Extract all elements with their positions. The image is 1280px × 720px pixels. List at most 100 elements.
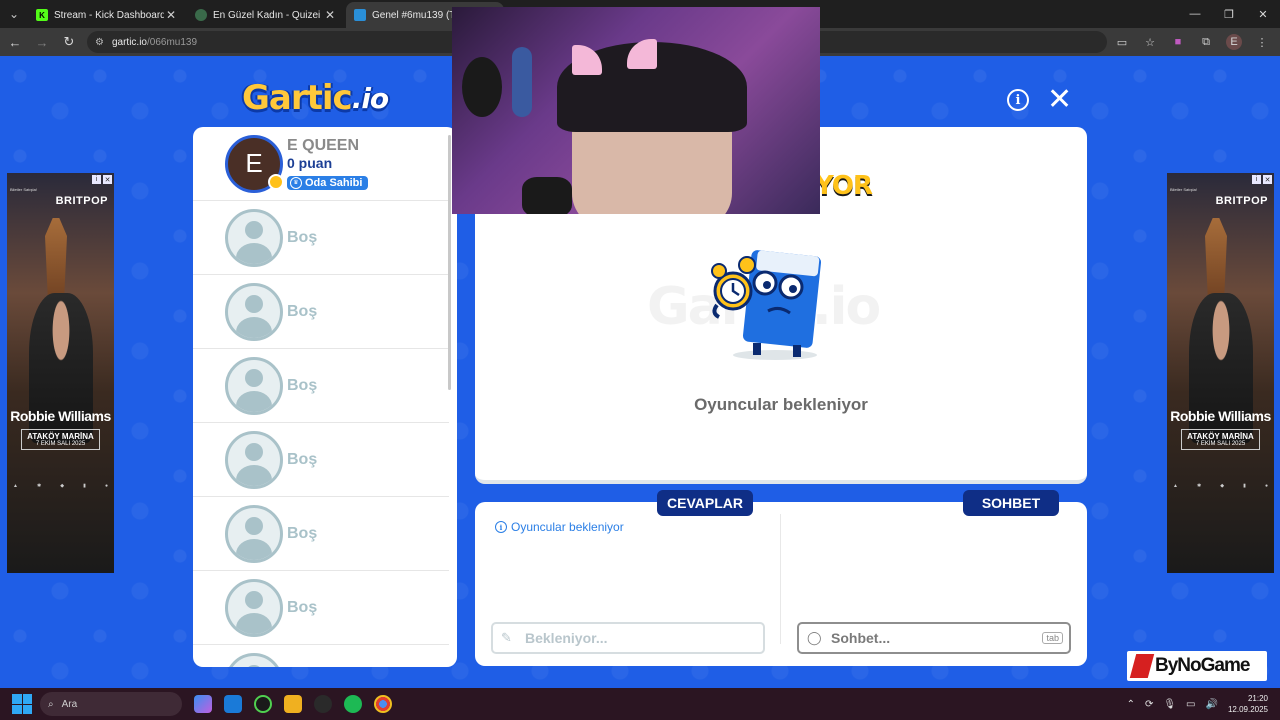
close-tab-icon[interactable]: ✕: [164, 8, 178, 22]
profile-avatar[interactable]: E: [1226, 34, 1242, 50]
close-tab-icon[interactable]: ✕: [323, 8, 337, 22]
chevron-up-icon[interactable]: ⌃: [1127, 699, 1135, 710]
url-domain: gartic.io: [111, 36, 147, 48]
ad-artist: Robbie Williams: [10, 408, 111, 424]
microphone-icon[interactable]: 🎙: [1163, 699, 1176, 710]
site-info-icon[interactable]: ⚙: [95, 37, 104, 48]
bookmark-star-icon[interactable]: ☆: [1142, 36, 1158, 49]
chrome-icon[interactable]: [374, 695, 392, 713]
empty-slot-label: Boş: [287, 228, 318, 246]
answer-input[interactable]: ✎ Bekleniyor...: [491, 622, 765, 654]
ad-date: 7 EKİM SALI 2025: [1195, 441, 1246, 447]
obs-icon[interactable]: [314, 695, 332, 713]
forward-icon[interactable]: →: [30, 30, 54, 54]
player-row-empty: Boş: [193, 423, 449, 497]
tab-search-button[interactable]: ⌄: [0, 0, 28, 28]
extensions-puzzle-icon[interactable]: ⧉: [1198, 36, 1214, 49]
ad-banner-right[interactable]: i ✕ Biletler Satışta! BRITPOP Robbie Will…: [1167, 173, 1274, 573]
copilot-icon[interactable]: [194, 695, 212, 713]
gartic-favicon-icon: [354, 9, 366, 21]
sync-icon[interactable]: ⟳: [1145, 699, 1153, 710]
empty-slot-label: Boş: [287, 376, 318, 394]
waiting-message: Oyuncular bekleniyor: [694, 395, 868, 414]
browser-tab-kick[interactable]: K Stream - Kick Dashboard ✕: [28, 2, 186, 28]
panel-divider: [780, 514, 781, 644]
ad-info-icon[interactable]: i: [1252, 175, 1261, 184]
ad-date: 7 EKİM SALI 2025: [35, 441, 86, 447]
chat-bubble-icon: ◯: [807, 630, 822, 645]
bynogame-logo: ByNoGame: [1127, 651, 1267, 681]
tab-key-hint: tab: [1042, 632, 1063, 644]
menu-kebab-icon[interactable]: ⋮: [1254, 36, 1270, 49]
outlook-icon[interactable]: [224, 695, 242, 713]
search-placeholder: Ara: [61, 698, 78, 710]
ad-sponsor-logos: ▲ ✱ ◆ ▮ ●: [1173, 483, 1268, 489]
answer-placeholder: Bekleniyor...: [525, 630, 608, 646]
figurine-shape: [462, 57, 502, 117]
room-owner-badge: ♛ Oda Sahibi: [287, 175, 369, 190]
player-row-empty: Boş: [193, 571, 449, 645]
ad-venue-box: ATAKÖY MARİNA 7 EKİM SALI 2025: [21, 429, 100, 450]
windows-start-icon[interactable]: [12, 694, 32, 714]
back-icon[interactable]: ←: [3, 30, 27, 54]
player-row-empty: Boş: [193, 349, 449, 423]
ad-sponsor-logos: ▲ ✱ ◆ ▮ ●: [13, 483, 108, 489]
host-status-dot: [268, 173, 284, 190]
empty-slot-label: Boş: [287, 598, 318, 616]
answers-status-text: Oyuncular bekleniyor: [511, 520, 624, 534]
ad-close-icon[interactable]: ✕: [103, 175, 112, 184]
crown-icon: ♛: [290, 176, 302, 189]
spotify-icon[interactable]: [344, 695, 362, 713]
player-row-empty: [193, 645, 449, 667]
display-icon[interactable]: ▭: [1186, 699, 1195, 710]
search-icon: ⌕: [48, 698, 54, 710]
close-window-icon[interactable]: ✕: [1246, 0, 1280, 28]
extension-icon[interactable]: ■: [1170, 36, 1186, 48]
minimize-icon[interactable]: —: [1178, 0, 1212, 28]
logo-text: Gartic: [242, 78, 353, 118]
ad-info-icon[interactable]: i: [92, 175, 101, 184]
player-points: 0 puan: [287, 155, 333, 172]
close-room-icon[interactable]: ✕: [1047, 85, 1072, 115]
empty-avatar-icon: [225, 430, 283, 489]
empty-slot-label: Boş: [287, 524, 318, 542]
cast-icon[interactable]: ▭: [1114, 36, 1130, 49]
host-info: E QUEEN 0 puan ♛ Oda Sahibi: [287, 137, 369, 190]
taskbar-search[interactable]: ⌕ Ara: [40, 692, 182, 716]
ad-banner-left[interactable]: i ✕ Biletler Satışta! BRITPOP Robbie Will…: [7, 173, 114, 573]
browser-tab-quizei[interactable]: En Güzel Kadın - Quizei ✕: [187, 2, 345, 28]
url-path: /066mu139: [146, 36, 198, 48]
ad-close-icon[interactable]: ✕: [1263, 175, 1272, 184]
bynogame-mark-icon: [1129, 654, 1155, 678]
clock[interactable]: 21:20 12.09.2025: [1228, 693, 1268, 715]
speaker-icon[interactable]: 🔊: [1206, 699, 1218, 710]
info-icon[interactable]: i: [1007, 89, 1029, 111]
app-icon[interactable]: [254, 695, 272, 713]
waiting-mascot-icon: [711, 250, 822, 360]
logo-extension: .io: [351, 81, 389, 115]
answers-chat-panel: CEVAPLAR SOHBET i Oyuncular bekleniyor ✎…: [475, 490, 1087, 666]
chat-placeholder: Sohbet...: [831, 630, 891, 646]
stage-title: YOR: [815, 171, 873, 201]
chat-input[interactable]: ◯ Sohbet... tab: [797, 622, 1071, 654]
player-row-host[interactable]: E E QUEEN 0 puan ♛ Oda Sahibi: [193, 127, 449, 201]
ad-choices[interactable]: i ✕: [1252, 175, 1272, 184]
empty-avatar-icon: [225, 504, 283, 563]
tab-title: Stream - Kick Dashboard: [54, 9, 164, 21]
avatar: E: [225, 134, 284, 193]
maximize-icon[interactable]: ❐: [1212, 0, 1246, 28]
player-row-empty: Boş: [193, 201, 449, 275]
player-list-scrollbar[interactable]: [448, 135, 451, 390]
room-actions: i ✕: [1007, 85, 1072, 115]
empty-avatar-icon: [225, 356, 283, 415]
pencil-icon: ✎: [501, 630, 512, 645]
reload-icon[interactable]: ↻: [57, 30, 81, 54]
window-controls: — ❐ ✕: [1178, 0, 1280, 28]
file-explorer-icon[interactable]: [284, 695, 302, 713]
ad-choices[interactable]: i ✕: [92, 175, 112, 184]
system-tray: ⌃ ⟳ 🎙 ▭ 🔊 21:20 12.09.2025: [1127, 688, 1268, 720]
gartic-logo[interactable]: Gartic .io: [242, 78, 389, 118]
ad-venue-box: ATAKÖY MARİNA 7 EKİM SALI 2025: [1181, 429, 1260, 450]
empty-avatar-icon: [225, 208, 283, 267]
windows-taskbar: ⌕ Ara ⌃ ⟳ 🎙 ▭ 🔊 21:20 12.09.2025: [0, 688, 1280, 720]
